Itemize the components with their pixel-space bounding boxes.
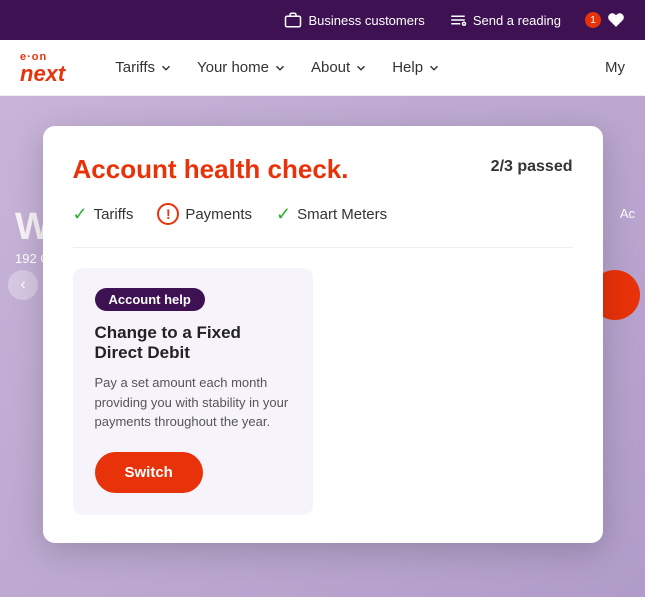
top-bar: Business customers Send a reading 1 <box>0 0 645 40</box>
modal-header: Account health check. 2/3 passed <box>73 154 573 185</box>
modal-divider <box>73 247 573 248</box>
notifications-button[interactable]: 1 <box>585 11 625 29</box>
card-title: Change to a Fixed Direct Debit <box>95 323 291 363</box>
check-pass-icon: ✓ <box>73 204 88 225</box>
nav-tariffs[interactable]: Tariffs <box>105 53 183 82</box>
health-check-modal: Account health check. 2/3 passed ✓ Tarif… <box>43 126 603 543</box>
send-reading-link[interactable]: Send a reading <box>449 11 561 29</box>
modal-overlay: Account health check. 2/3 passed ✓ Tarif… <box>0 96 645 597</box>
check-pass-icon-2: ✓ <box>276 204 291 225</box>
next-text: next <box>20 63 65 85</box>
card-badge: Account help <box>95 288 205 311</box>
check-payments: ! Payments <box>157 203 252 225</box>
nav-help[interactable]: Help <box>382 53 451 82</box>
chevron-down-icon <box>354 61 368 75</box>
heart-icon <box>607 11 625 29</box>
switch-button[interactable]: Switch <box>95 452 203 493</box>
chevron-down-icon <box>159 61 173 75</box>
chevron-down-icon <box>273 61 287 75</box>
nav-items: Tariffs Your home About Help <box>105 53 605 82</box>
nav-about[interactable]: About <box>301 53 378 82</box>
business-customers-label: Business customers <box>308 13 424 28</box>
meter-icon <box>449 11 467 29</box>
nav-your-home[interactable]: Your home <box>187 53 297 82</box>
check-warn-icon: ! <box>157 203 179 225</box>
nav-my[interactable]: My <box>605 59 625 76</box>
check-payments-label: Payments <box>185 206 252 223</box>
business-customers-link[interactable]: Business customers <box>284 11 424 29</box>
modal-title: Account health check. <box>73 154 349 185</box>
check-smart-meters: ✓ Smart Meters <box>276 204 387 225</box>
modal-passed-label: 2/3 passed <box>491 154 573 176</box>
notification-badge: 1 <box>585 12 601 28</box>
briefcase-icon <box>284 11 302 29</box>
send-reading-label: Send a reading <box>473 13 561 28</box>
check-tariffs-label: Tariffs <box>94 206 134 223</box>
eon-next-logo[interactable]: e·on next <box>20 51 65 85</box>
nav-bar: e·on next Tariffs Your home About Help M… <box>0 40 645 96</box>
chevron-down-icon <box>427 61 441 75</box>
check-tariffs: ✓ Tariffs <box>73 204 134 225</box>
check-smart-meters-label: Smart Meters <box>297 206 387 223</box>
card-description: Pay a set amount each month providing yo… <box>95 373 291 432</box>
account-help-card: Account help Change to a Fixed Direct De… <box>73 268 313 515</box>
modal-checks: ✓ Tariffs ! Payments ✓ Smart Meters <box>73 203 573 225</box>
